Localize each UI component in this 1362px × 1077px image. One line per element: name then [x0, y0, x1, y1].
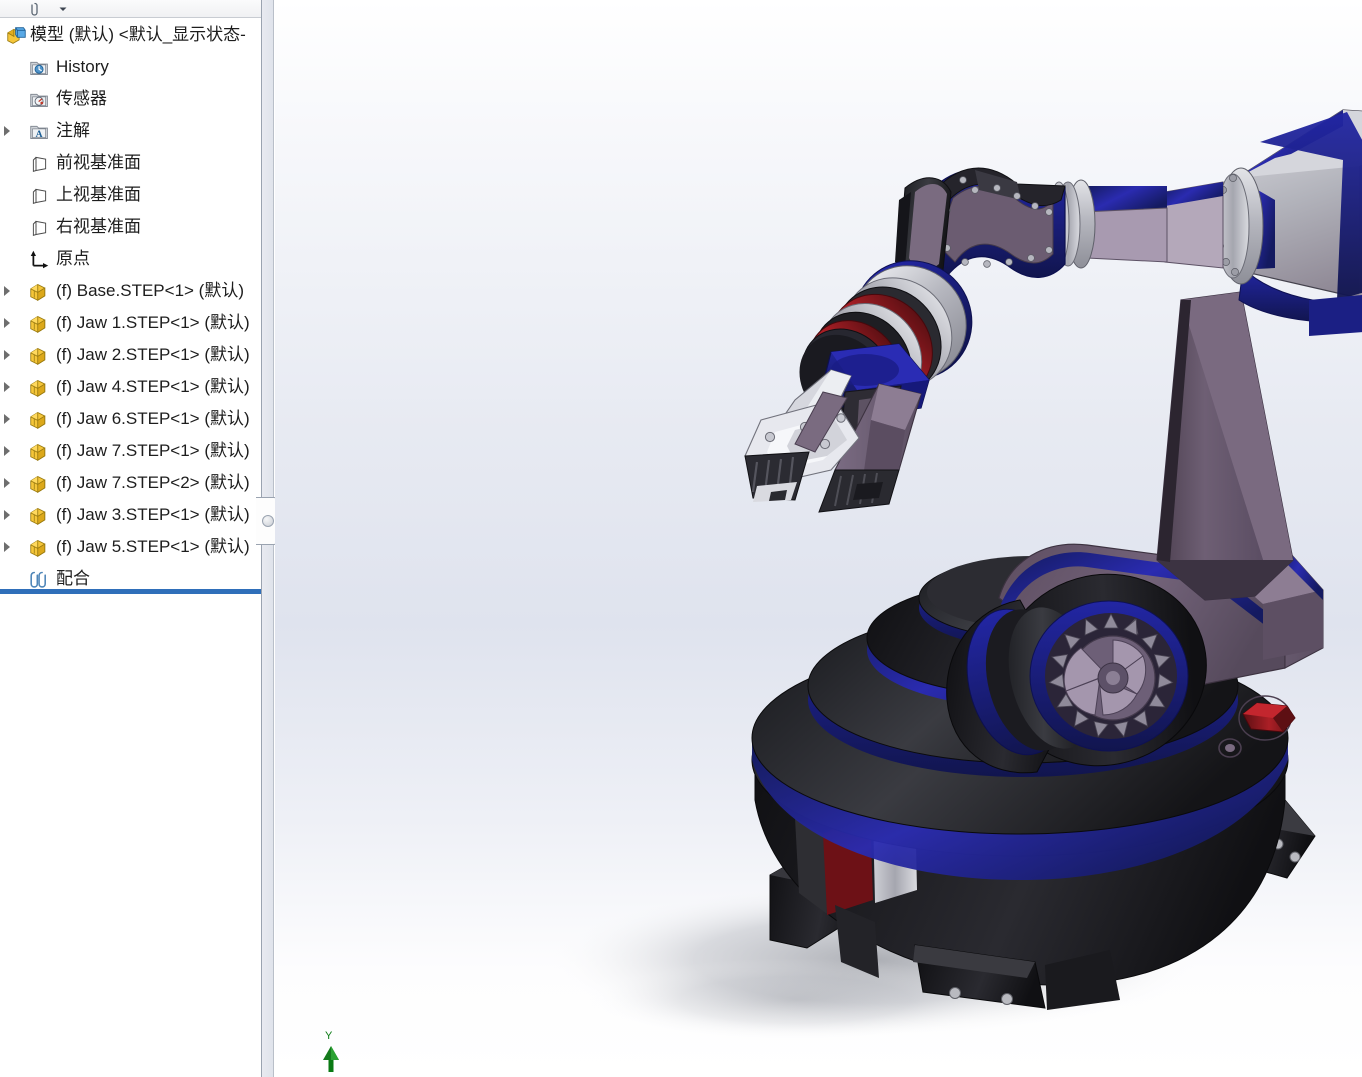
- graphics-viewport[interactable]: Y: [275, 0, 1362, 1077]
- tree-item-f-jaw-5-step-1[interactable]: (f) Jaw 5.STEP<1> (默认): [0, 531, 261, 563]
- tree-item-f-jaw-1-step-1[interactable]: (f) Jaw 1.STEP<1> (默认): [0, 307, 261, 339]
- tree-item-item-1[interactable]: 传感器: [0, 83, 261, 115]
- robot-arm-model: [275, 0, 1362, 1077]
- expand-arrow-icon[interactable]: [4, 542, 10, 552]
- tree-item-item-6[interactable]: 原点: [0, 243, 261, 275]
- feature-manager-panel: 模型 (默认) <默认_显示状态- History传感器 A 注解前视基准面上视基准…: [0, 0, 262, 1077]
- part-icon: [29, 505, 50, 526]
- tree-item-label: (f) Jaw 6.STEP<1> (默认): [56, 403, 250, 435]
- tree-item-f-jaw-2-step-1[interactable]: (f) Jaw 2.STEP<1> (默认): [0, 339, 261, 371]
- tree-item-item-5[interactable]: 右视基准面: [0, 211, 261, 243]
- panel-collapse-handle-icon[interactable]: [262, 515, 274, 527]
- tree-item-history[interactable]: History: [0, 51, 261, 83]
- history-folder-icon: [29, 57, 50, 78]
- tree-item-label: 前视基准面: [56, 147, 141, 179]
- expand-arrow-icon[interactable]: [4, 318, 10, 328]
- feature-tree-items: History传感器 A 注解前视基准面上视基准面右视基准面原点(f) Base.S…: [0, 51, 261, 595]
- tree-item-f-jaw-6-step-1[interactable]: (f) Jaw 6.STEP<1> (默认): [0, 403, 261, 435]
- sensors-folder-icon: [29, 89, 50, 110]
- coordinate-triad: Y: [308, 1026, 354, 1074]
- plane-icon: [29, 153, 50, 174]
- expand-arrow-icon[interactable]: [4, 350, 10, 360]
- part-icon: [29, 313, 50, 334]
- tree-item-label: (f) Jaw 7.STEP<1> (默认): [56, 435, 250, 467]
- assembly-icon: [6, 25, 27, 46]
- tree-item-label: (f) Jaw 1.STEP<1> (默认): [56, 307, 250, 339]
- tree-item-item-3[interactable]: 前视基准面: [0, 147, 261, 179]
- part-icon: [29, 281, 50, 302]
- plane-icon: [29, 185, 50, 206]
- part-icon: [29, 473, 50, 494]
- triad-y-label: Y: [325, 1030, 333, 1042]
- tree-item-label: (f) Base.STEP<1> (默认): [56, 275, 244, 307]
- part-icon: [29, 345, 50, 366]
- expand-arrow-icon[interactable]: [4, 382, 10, 392]
- tree-item-label: History: [56, 51, 109, 83]
- tree-item-label: 原点: [56, 243, 90, 275]
- mates-icon: [29, 569, 50, 590]
- tree-item-f-jaw-3-step-1[interactable]: (f) Jaw 3.STEP<1> (默认): [0, 499, 261, 531]
- tree-item-label: 传感器: [56, 83, 107, 115]
- part-icon: [29, 409, 50, 430]
- part-icon: [29, 441, 50, 462]
- tree-item-label: (f) Jaw 3.STEP<1> (默认): [56, 499, 250, 531]
- expand-arrow-icon[interactable]: [4, 286, 10, 296]
- feature-tree-scroll-area[interactable]: 模型 (默认) <默认_显示状态- History传感器 A 注解前视基准面上视基准…: [0, 19, 261, 1077]
- origin-icon: [29, 249, 50, 270]
- tree-item-label: 注解: [56, 115, 90, 147]
- part-icon: [29, 377, 50, 398]
- annotations-folder-icon: A: [29, 121, 50, 142]
- tree-item-f-jaw-7-step-1[interactable]: (f) Jaw 7.STEP<1> (默认): [0, 435, 261, 467]
- part-icon: [29, 537, 50, 558]
- chevron-down-icon[interactable]: [55, 1, 71, 17]
- paperclip-filter-icon[interactable]: [28, 1, 44, 17]
- tree-item-label: 上视基准面: [56, 179, 141, 211]
- tree-root-item[interactable]: 模型 (默认) <默认_显示状态-: [0, 19, 261, 51]
- tree-item-label: 右视基准面: [56, 211, 141, 243]
- tree-root-label: 模型 (默认) <默认_显示状态-: [30, 19, 246, 51]
- feature-manager-toolbar: [0, 0, 261, 18]
- tree-item-item-2[interactable]: A 注解: [0, 115, 261, 147]
- tree-item-item-4[interactable]: 上视基准面: [0, 179, 261, 211]
- tree-item-label: (f) Jaw 2.STEP<1> (默认): [56, 339, 250, 371]
- tree-item-f-jaw-7-step-2[interactable]: (f) Jaw 7.STEP<2> (默认): [0, 467, 261, 499]
- svg-text:A: A: [36, 129, 43, 140]
- selection-highlight-bar: [0, 589, 261, 594]
- expand-arrow-icon[interactable]: [4, 510, 10, 520]
- tree-item-label: (f) Jaw 5.STEP<1> (默认): [56, 531, 250, 563]
- expand-arrow-icon[interactable]: [4, 414, 10, 424]
- expand-arrow-icon[interactable]: [4, 126, 10, 136]
- expand-arrow-icon[interactable]: [4, 478, 10, 488]
- expand-arrow-icon[interactable]: [4, 446, 10, 456]
- tree-item-label: (f) Jaw 7.STEP<2> (默认): [56, 467, 250, 499]
- tree-item-f-base-step-1[interactable]: (f) Base.STEP<1> (默认): [0, 275, 261, 307]
- tree-item-label: (f) Jaw 4.STEP<1> (默认): [56, 371, 250, 403]
- plane-icon: [29, 217, 50, 238]
- gripper-assembly: [745, 344, 929, 512]
- tree-item-f-jaw-4-step-1[interactable]: (f) Jaw 4.STEP<1> (默认): [0, 371, 261, 403]
